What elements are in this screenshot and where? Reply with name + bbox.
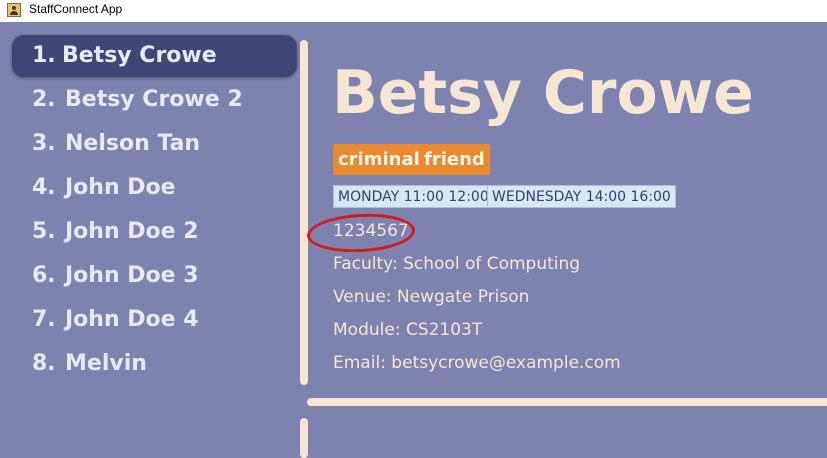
email-field: Email: betsycrowe@example.com bbox=[333, 353, 621, 373]
availability-badge: MONDAY 11:00 12:00 bbox=[333, 185, 494, 208]
list-item-name: John Doe 2 bbox=[65, 219, 199, 244]
list-item-index: 6. bbox=[32, 263, 56, 288]
list-item-name: Nelson Tan bbox=[65, 131, 201, 156]
staff-list-item[interactable]: 2. Betsy Crowe 2 bbox=[12, 79, 297, 121]
venue-field: Venue: Newgate Prison bbox=[333, 287, 530, 307]
list-item-name: John Doe bbox=[65, 175, 176, 200]
window-title: StaffConnect App bbox=[29, 2, 123, 16]
list-item-index: 8. bbox=[32, 351, 56, 376]
list-item-name: John Doe 3 bbox=[65, 263, 199, 288]
faculty-field: Faculty: School of Computing bbox=[333, 254, 581, 274]
title-bar: StaffConnect App bbox=[0, 0, 827, 22]
list-item-index: 3. bbox=[32, 131, 56, 156]
staff-list-item[interactable]: 7. John Doe 4 bbox=[12, 299, 297, 341]
vertical-divider[interactable] bbox=[300, 40, 308, 385]
list-item-index: 5. bbox=[32, 219, 56, 244]
staff-list-item[interactable]: 1. Betsy Crowe bbox=[12, 35, 297, 77]
staff-list-item[interactable]: 3. Nelson Tan bbox=[12, 123, 297, 165]
list-item-name: Betsy Crowe bbox=[62, 43, 217, 68]
list-item-index: 4. bbox=[32, 175, 56, 200]
list-item-index: 7. bbox=[32, 307, 56, 332]
staff-name-heading: Betsy Crowe bbox=[332, 58, 754, 128]
list-item-name: Melvin bbox=[65, 351, 147, 376]
tag-badge: friend bbox=[419, 144, 490, 175]
list-item-index: 1. bbox=[32, 43, 56, 68]
staff-detail-panel: Betsy Crowe criminal friend MONDAY 11:00… bbox=[310, 22, 827, 398]
staff-list-item[interactable]: 6. John Doe 3 bbox=[12, 255, 297, 297]
staff-list-panel[interactable]: 1. Betsy Crowe 2. Betsy Crowe 2 3. Nelso… bbox=[0, 22, 298, 452]
staff-list-item[interactable]: 4. John Doe bbox=[12, 167, 297, 209]
staff-list-item[interactable]: 8. Melvin bbox=[12, 343, 297, 385]
availability-badge: WEDNESDAY 14:00 16:00 bbox=[487, 185, 676, 208]
horizontal-divider[interactable] bbox=[307, 398, 827, 406]
list-item-index: 2. bbox=[32, 87, 56, 112]
module-field: Module: CS2103T bbox=[333, 320, 483, 340]
staff-list-item[interactable]: 5. John Doe 2 bbox=[12, 211, 297, 253]
tag-badge: criminal bbox=[333, 144, 425, 175]
list-item-name: John Doe 4 bbox=[65, 307, 199, 332]
app-icon bbox=[7, 3, 21, 17]
list-item-name: Betsy Crowe 2 bbox=[65, 87, 243, 112]
vertical-divider-lower[interactable] bbox=[300, 418, 308, 458]
